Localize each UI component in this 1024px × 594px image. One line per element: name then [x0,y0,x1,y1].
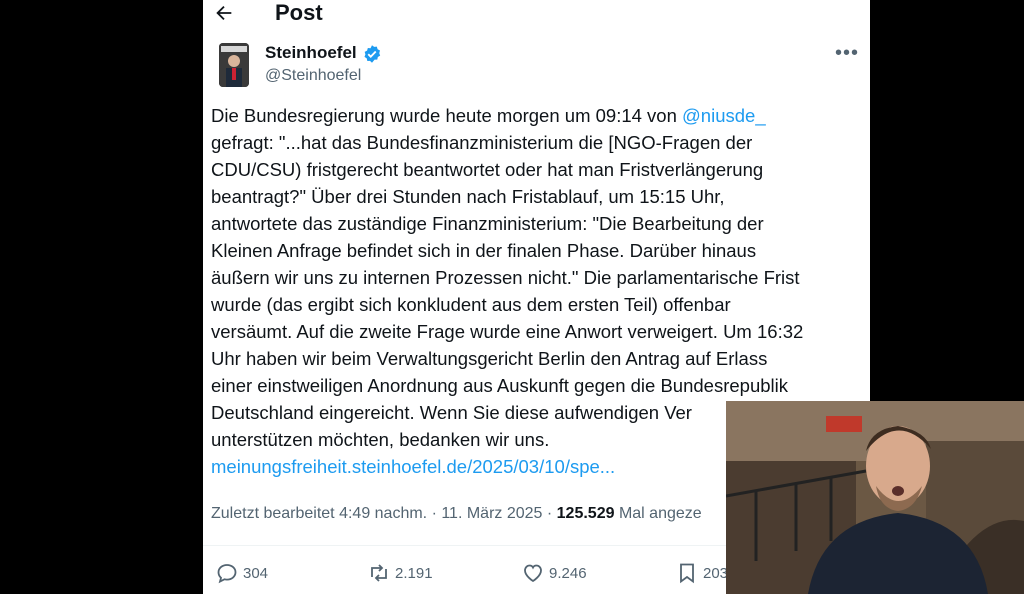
verified-badge-icon [364,45,381,63]
tweet-line: einer einstweiligen Anordnung aus Auskun… [211,372,851,399]
more-options-icon[interactable]: ••• [835,42,859,65]
tweet-line: äußern wir uns zu internen Prozessen nic… [211,264,851,291]
tweet-text-segment: Deutschland eingereicht. Wenn Sie diese … [211,402,692,423]
tweet-line: Die Bundesregierung wurde heute morgen u… [211,102,851,129]
reply-count: 304 [243,564,269,582]
tweet-text-segment: Kleinen Anfrage befindet sich in der fin… [211,240,757,261]
tweet-text-segment: Die Bundesregierung wurde heute morgen u… [211,105,683,126]
repost-count: 2.191 [395,564,433,582]
tweet-line: Uhr haben wir beim Verwaltungsgericht Be… [211,345,851,372]
webcam-overlay [726,401,1024,594]
like-count: 9.246 [549,564,587,582]
tweet-text-segment: gefragt: "...hat das Bundesfinanzministe… [211,132,753,153]
bookmark-button[interactable]: 203 [675,558,728,588]
tweet-line: wurde (das ergibt sich konkludent aus de… [211,291,851,318]
tweet-link[interactable]: meinungsfreiheit.steinhoefel.de/2025/03/… [211,456,615,477]
tweet-text-segment: versäumt. Auf die zweite Frage wurde ein… [211,321,804,342]
tweet-text-segment: CDU/CSU) fristgerecht beantwortet oder h… [211,159,764,180]
tweet-line: beantragt?" Über drei Stunden nach Frist… [211,183,851,210]
author-handle[interactable]: @Steinhoefel [265,67,361,85]
tweet-line: antwortete das zuständige Finanzminister… [211,210,851,237]
tweet-text-segment: antwortete das zuständige Finanzminister… [211,213,764,234]
repost-icon [371,564,387,582]
tweet-line: gefragt: "...hat das Bundesfinanzministe… [211,129,851,156]
like-button[interactable]: 9.246 [521,558,587,588]
post-meta: Zuletzt bearbeitet 4:49 nachm. · 11. Mär… [211,505,702,523]
page-title: Post [275,0,323,25]
post-header: Post [203,0,870,30]
avatar[interactable] [219,43,249,87]
tweet-text-segment: einer einstweiligen Anordnung aus Auskun… [211,375,788,396]
tweet-line: CDU/CSU) fristgerecht beantwortet oder h… [211,156,851,183]
bookmark-icon [680,563,694,584]
repost-button[interactable]: 2.191 [367,558,433,588]
reply-button[interactable]: 304 [215,558,268,588]
tweet-text-segment: äußern wir uns zu internen Prozessen nic… [211,267,800,288]
back-arrow-icon[interactable] [213,2,235,24]
tweet-text-segment: unterstützen möchten, bedanken wir uns. [211,429,550,450]
view-count: 125.529 [556,505,615,522]
tweet-text-segment: wurde (das ergibt sich konkludent aus de… [211,294,731,315]
reply-icon [217,564,237,584]
tweet-link[interactable]: @niusde_ [682,105,766,126]
edited-timestamp[interactable]: Zuletzt bearbeitet 4:49 nachm. · 11. Mär… [211,505,557,522]
views-label: Mal angeze [614,505,702,522]
tweet-line: versäumt. Auf die zweite Frage wurde ein… [211,318,851,345]
tweet-text-segment: beantragt?" Über drei Stunden nach Frist… [211,186,725,207]
tweet-line: Kleinen Anfrage befindet sich in der fin… [211,237,851,264]
bookmark-count: 203 [703,564,729,582]
author-name[interactable]: Steinhoefel [265,43,357,63]
heart-icon [524,564,542,583]
tweet-text-segment: Uhr haben wir beim Verwaltungsgericht Be… [211,348,768,369]
